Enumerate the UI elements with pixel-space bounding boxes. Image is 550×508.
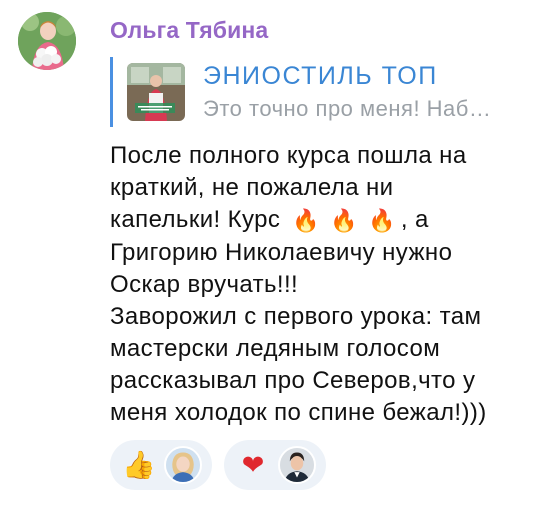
fire-emoji: 🔥 xyxy=(330,207,359,233)
sender-avatar[interactable] xyxy=(18,12,76,70)
message-line-suffix: , а xyxy=(400,206,429,233)
message-line: краткий, не пожалела ни xyxy=(110,174,394,201)
message-line: Григорию Николаевичу нужно xyxy=(110,238,453,266)
reply-title: ЭНИОСТИЛЬ ТОП xyxy=(203,62,438,90)
reaction-thumbs-up[interactable]: 👍 xyxy=(110,440,212,490)
message-line: Заворожил с первого урока: там xyxy=(110,302,482,330)
message-text: После полного курса пошла на краткий, не… xyxy=(110,140,540,429)
reply-text: ЭНИОСТИЛЬ ТОП Это точно про меня! Наб… xyxy=(203,61,491,123)
fire-emoji: 🔥 xyxy=(368,207,396,233)
reply-quote[interactable]: ЭНИОСТИЛЬ ТОП Это точно про меня! Наб… xyxy=(110,57,550,127)
reply-thumbnail xyxy=(127,63,185,121)
message-line: Оскар вручать!!! xyxy=(110,270,299,298)
message-line: мастерски ледяным голосом xyxy=(110,334,441,362)
reactor-avatar xyxy=(164,446,202,484)
thumbs-up-icon: 👍 xyxy=(122,449,156,480)
message-line: После полного курса пошла на xyxy=(110,142,467,169)
reaction-heart[interactable]: ❤ xyxy=(224,440,326,490)
reactions-bar: 👍 ❤ xyxy=(110,440,326,490)
fire-emoji: 🔥 xyxy=(292,207,321,233)
message-line: рассказывал про Северов,что у xyxy=(110,366,476,394)
reply-preview: Это точно про меня! Наб… xyxy=(203,96,492,121)
sender-name[interactable]: Ольга Тябина xyxy=(110,17,268,44)
heart-icon: ❤ xyxy=(241,449,265,480)
message-line-text: капельки! Курс xyxy=(110,206,281,233)
reactor-avatar xyxy=(278,446,316,484)
message-line-with-emoji: капельки! Курс 🔥 🔥 🔥, а xyxy=(110,204,540,237)
message-line: меня холодок по спине бежал!))) xyxy=(110,398,487,426)
